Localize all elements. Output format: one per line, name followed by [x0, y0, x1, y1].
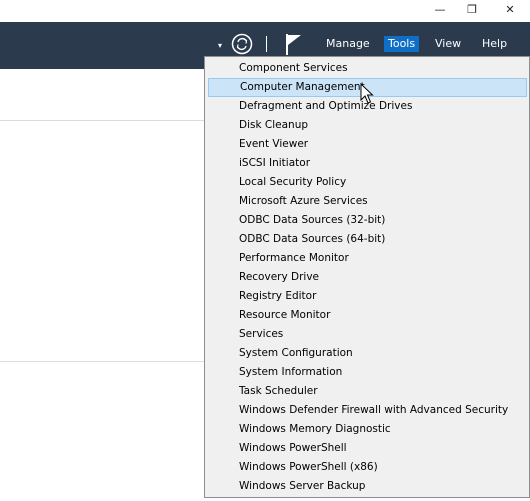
menu-item-task-scheduler[interactable]: Task Scheduler [208, 382, 527, 401]
menu-view[interactable]: View [431, 36, 465, 52]
menu-item-resource-monitor[interactable]: Resource Monitor [208, 306, 527, 325]
menu-item-windows-defender-firewall[interactable]: Windows Defender Firewall with Advanced … [208, 401, 527, 420]
menu-item-component-services[interactable]: Component Services [208, 59, 527, 78]
menu-help[interactable]: Help [478, 36, 511, 52]
menu-item-iscsi-initiator[interactable]: iSCSI Initiator [208, 154, 527, 173]
menu-item-system-configuration[interactable]: System Configuration [208, 344, 527, 363]
menu-item-windows-powershell-x86[interactable]: Windows PowerShell (x86) [208, 458, 527, 477]
header-strip [0, 69, 205, 121]
restore-button[interactable]: ❐ [456, 0, 488, 22]
menu-item-event-viewer[interactable]: Event Viewer [208, 135, 527, 154]
close-button[interactable]: ✕ [494, 0, 526, 22]
menu-item-disk-cleanup[interactable]: Disk Cleanup [208, 116, 527, 135]
toolbar-separator [266, 36, 267, 52]
menu-item-windows-memory-diagnostic[interactable]: Windows Memory Diagnostic [208, 420, 527, 439]
menu-item-performance-monitor[interactable]: Performance Monitor [208, 249, 527, 268]
menu-item-services[interactable]: Services [208, 325, 527, 344]
mouse-cursor-icon [360, 83, 374, 104]
menu-item-windows-powershell[interactable]: Windows PowerShell [208, 439, 527, 458]
menu-item-recovery-drive[interactable]: Recovery Drive [208, 268, 527, 287]
title-bar: — ❐ ✕ [0, 0, 530, 22]
chevron-down-icon[interactable]: ▾ [218, 41, 222, 50]
divider [0, 361, 205, 362]
menu-item-odbc-64-bit[interactable]: ODBC Data Sources (64-bit) [208, 230, 527, 249]
menu-item-odbc-32-bit[interactable]: ODBC Data Sources (32-bit) [208, 211, 527, 230]
menu-item-windows-server-backup[interactable]: Windows Server Backup [208, 477, 527, 496]
refresh-icon[interactable] [231, 33, 253, 55]
minimize-button[interactable]: — [424, 0, 456, 22]
menu-manage[interactable]: Manage [322, 36, 374, 52]
tools-menu-dropdown: Component Services Computer Management D… [204, 56, 530, 498]
menu-tools[interactable]: Tools [384, 36, 420, 52]
menu-item-microsoft-azure-services[interactable]: Microsoft Azure Services [208, 192, 527, 211]
notification-flag-icon[interactable] [284, 32, 304, 56]
menu-item-local-security-policy[interactable]: Local Security Policy [208, 173, 527, 192]
menu-item-system-information[interactable]: System Information [208, 363, 527, 382]
menu-item-registry-editor[interactable]: Registry Editor [208, 287, 527, 306]
